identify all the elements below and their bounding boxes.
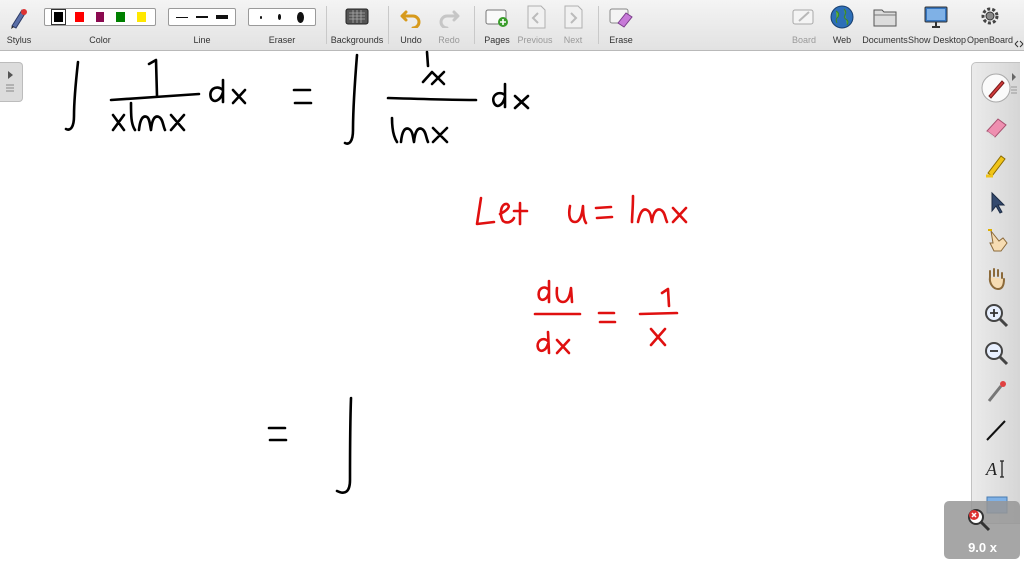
zoom-out-icon [985, 342, 1009, 366]
select-arrow-icon [991, 191, 1006, 214]
zoom-in-icon [985, 304, 1009, 328]
selector-tool-button[interactable] [981, 187, 1011, 217]
ink-equals-1 [292, 88, 313, 105]
pan-hand-icon [988, 268, 1005, 291]
text-tool-button[interactable]: A [981, 453, 1011, 483]
ink-dx [209, 78, 247, 105]
eraser-tool-button[interactable] [981, 111, 1011, 141]
ink-fraction-bar [386, 96, 478, 102]
zoom-magnifier-icon [968, 509, 991, 532]
ink-integral-sign [343, 53, 359, 145]
ink-let [475, 196, 529, 226]
pen-icon [981, 73, 1011, 103]
handwriting-canvas [64, 50, 688, 494]
ink-integral-sign [335, 396, 353, 494]
page-drawer-handle[interactable] [0, 62, 23, 102]
dock-collapse-icon[interactable] [1010, 69, 1018, 99]
pen-tool-button[interactable] [981, 73, 1011, 103]
ink-numerator-1-over-x [421, 50, 446, 86]
ink-dx [492, 82, 530, 110]
line-tool-button[interactable] [981, 415, 1011, 445]
zoom-indicator-panel[interactable]: 9.0 x [944, 501, 1020, 559]
text-icon: A [985, 459, 1004, 479]
ink-numerator-1 [660, 287, 671, 308]
ink-fraction-bar [638, 311, 679, 316]
ink-equals-4 [597, 311, 617, 324]
eraser-icon [986, 118, 1007, 138]
ink-equals-2 [267, 426, 288, 442]
drawer-arrows-icon [6, 71, 14, 92]
ink-fraction-bar [109, 92, 201, 102]
ink-numerator-1 [147, 58, 159, 98]
svg-text:A: A [985, 459, 998, 479]
ink-du [537, 279, 574, 304]
zoom-out-tool-button[interactable] [981, 339, 1011, 369]
zoom-in-tool-button[interactable] [981, 301, 1011, 331]
laser-pointer-tool-button[interactable] [981, 377, 1011, 407]
laser-pointer-icon [987, 381, 1006, 402]
hand-tool-button[interactable] [981, 263, 1011, 293]
ink-x-ln-x [111, 101, 186, 132]
ink-equals-3 [594, 205, 614, 220]
line-icon [986, 420, 1006, 441]
ink-ln-x [630, 194, 688, 224]
ink-dx [536, 330, 571, 355]
interact-hand-icon [988, 229, 1008, 252]
zoom-level-value: 9.0 x [968, 540, 997, 555]
highlighter-icon [986, 155, 1006, 178]
ink-integral-sign [64, 60, 80, 131]
highlighter-tool-button[interactable] [981, 149, 1011, 179]
ink-x [649, 327, 667, 347]
ink-u [567, 204, 588, 225]
tool-dock: A [971, 62, 1020, 524]
ink-ln-x [390, 116, 449, 144]
interact-tool-button[interactable] [981, 225, 1011, 255]
